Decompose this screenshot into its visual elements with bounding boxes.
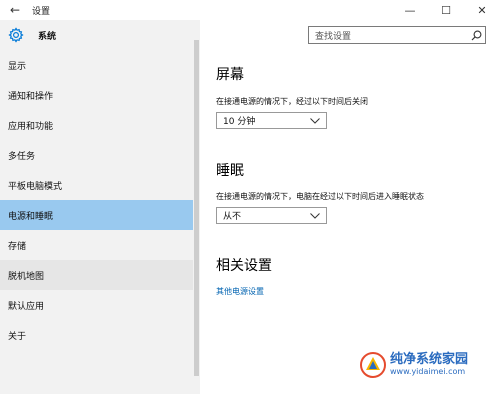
sidebar-item-offline-maps[interactable]: 脱机地图 [0, 260, 193, 290]
search-input[interactable]: 查找设置 [309, 29, 467, 42]
sidebar-item-storage[interactable]: 存储 [0, 230, 193, 260]
screen-timeout-dropdown[interactable]: 10 分钟 [216, 112, 327, 129]
sidebar-item-notifications[interactable]: 通知和操作 [0, 80, 193, 110]
screen-timeout-value: 10 分钟 [223, 117, 256, 127]
screen-section-title: 屏幕 [216, 67, 244, 83]
window-title: 设置 [32, 6, 51, 17]
sidebar-header[interactable]: 系统 [0, 20, 200, 50]
watermark-logo-icon [360, 352, 386, 378]
watermark-name: 纯净系统家园 [390, 352, 469, 367]
main-content: 查找设置 屏幕 在接通电源的情况下，经过以下时间后关闭 10 分钟 睡眠 在接通… [200, 20, 500, 394]
sleep-timeout-value: 从不 [223, 212, 242, 222]
sidebar-item-multitasking[interactable]: 多任务 [0, 140, 193, 170]
maximize-button[interactable]: ☐ [428, 0, 464, 20]
title-bar: ← 设置 — ☐ ✕ [0, 0, 500, 20]
sleep-timeout-dropdown[interactable]: 从不 [216, 207, 327, 224]
sidebar-item-apps-features[interactable]: 应用和功能 [0, 110, 193, 140]
sidebar-item-tablet-mode[interactable]: 平板电脑模式 [0, 170, 193, 200]
search-box[interactable]: 查找设置 [308, 26, 486, 44]
additional-power-settings-link[interactable]: 其他电源设置 [216, 286, 264, 297]
window-controls: — ☐ ✕ [392, 0, 500, 20]
sidebar-item-about[interactable]: 关于 [0, 320, 193, 350]
watermark-url: www.yidaimei.com [390, 367, 466, 376]
related-settings-title: 相关设置 [216, 258, 272, 274]
chevron-down-icon [310, 117, 320, 124]
sidebar-nav: 显示 通知和操作 应用和功能 多任务 平板电脑模式 电源和睡眠 存储 脱机地图 … [0, 50, 193, 350]
search-icon[interactable] [467, 27, 485, 43]
sidebar-item-power-sleep[interactable]: 电源和睡眠 [0, 200, 193, 230]
gear-icon [8, 27, 24, 43]
sidebar-item-display[interactable]: 显示 [0, 50, 193, 80]
minimize-button[interactable]: — [392, 0, 428, 20]
sleep-description: 在接通电源的情况下，电脑在经过以下时间后进入睡眠状态 [216, 192, 424, 201]
screen-description: 在接通电源的情况下，经过以下时间后关闭 [216, 97, 368, 106]
sidebar-title: 系统 [38, 31, 57, 42]
back-arrow-icon[interactable]: ← [0, 0, 30, 20]
sleep-section-title: 睡眠 [216, 163, 244, 179]
close-button[interactable]: ✕ [464, 0, 500, 20]
chevron-down-icon [310, 212, 320, 219]
sidebar-scrollbar-thumb[interactable] [194, 40, 199, 376]
watermark: 纯净系统家园 www.yidaimei.com [360, 352, 468, 378]
sidebar: 系统 显示 通知和操作 应用和功能 多任务 平板电脑模式 电源和睡眠 存储 脱机… [0, 20, 200, 394]
sidebar-item-default-apps[interactable]: 默认应用 [0, 290, 193, 320]
